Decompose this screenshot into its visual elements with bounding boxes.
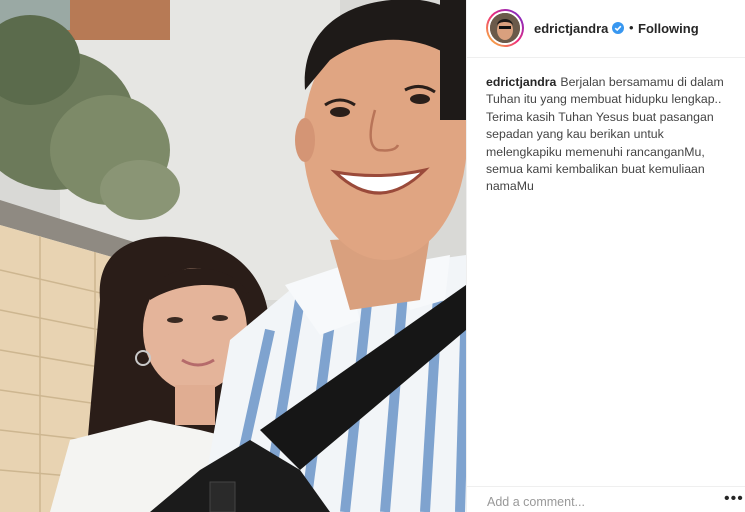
- caption-line: namaMu: [486, 179, 534, 194]
- username-link[interactable]: edrictjandra: [534, 21, 608, 36]
- following-button[interactable]: Following: [638, 21, 699, 36]
- caption-line: Tuhan itu yang membuat hidupku lengkap..: [486, 92, 722, 107]
- caption-line: Berjalan bersamamu di dalam: [560, 75, 724, 89]
- separator-dot: •: [629, 20, 634, 35]
- comment-bar: Add a comment... •••: [467, 486, 745, 512]
- post-side-panel: edrictjandra • Following edrictjandra Ber…: [466, 0, 745, 512]
- avatar[interactable]: [486, 9, 524, 47]
- caption-username[interactable]: edrictjandra: [486, 75, 556, 89]
- verified-badge-icon: [612, 22, 624, 34]
- caption-line: semua kami kembalikan buat kemuliaan: [486, 162, 705, 177]
- post-photo[interactable]: [0, 0, 466, 512]
- caption-line: melengkapiku memenuhi rancanganMu,: [486, 144, 705, 159]
- comment-input[interactable]: Add a comment...: [487, 495, 585, 509]
- caption-line: sepadan yang kau berikan untuk: [486, 127, 664, 142]
- post-header: edrictjandra • Following: [467, 0, 745, 58]
- post-caption: edrictjandra Berjalan bersamamu di dalam …: [486, 74, 740, 196]
- caption-line: Terima kasih Tuhan Yesus buat pasangan: [486, 109, 714, 124]
- more-options-icon[interactable]: •••: [724, 490, 744, 508]
